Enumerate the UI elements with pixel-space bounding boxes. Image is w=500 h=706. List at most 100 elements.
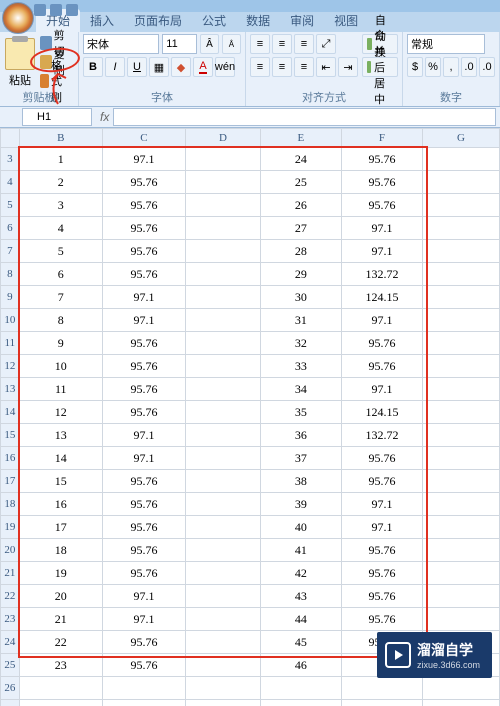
cell[interactable]: 97.1 — [102, 608, 185, 631]
cell[interactable] — [186, 401, 261, 424]
cell[interactable]: 124.15 — [341, 286, 422, 309]
cell[interactable]: 95.76 — [341, 608, 422, 631]
row-header[interactable]: 18 — [1, 493, 20, 516]
cell[interactable] — [186, 562, 261, 585]
cell[interactable]: 15 — [19, 470, 102, 493]
cell[interactable] — [423, 171, 500, 194]
cell[interactable] — [186, 677, 261, 700]
col-header-G[interactable]: G — [423, 129, 500, 148]
cell[interactable] — [423, 470, 500, 493]
merge-center-button[interactable]: 合并后居中 — [362, 57, 398, 77]
currency-button[interactable]: $ — [407, 57, 423, 77]
table-row[interactable]: 151397.136132.72 — [1, 424, 500, 447]
table-row[interactable]: 191795.764097.1 — [1, 516, 500, 539]
tab-数据[interactable]: 数据 — [236, 9, 280, 32]
cell[interactable]: 24 — [260, 148, 341, 171]
cell[interactable]: 95.76 — [341, 470, 422, 493]
cell[interactable] — [186, 309, 261, 332]
qat-redo-icon[interactable] — [66, 4, 78, 16]
table-row[interactable]: 5395.762695.76 — [1, 194, 500, 217]
table-row[interactable]: 11995.763295.76 — [1, 332, 500, 355]
cell[interactable]: 5 — [19, 240, 102, 263]
cell[interactable]: 132.72 — [341, 424, 422, 447]
cell[interactable]: 95.76 — [341, 148, 422, 171]
cell[interactable] — [341, 700, 422, 706]
table-row[interactable]: 10897.13197.1 — [1, 309, 500, 332]
font-color-button[interactable]: A — [193, 57, 213, 77]
cell[interactable] — [423, 217, 500, 240]
align-middle-button[interactable]: ≡ — [272, 34, 292, 54]
row-header[interactable]: 11 — [1, 332, 20, 355]
cell[interactable] — [186, 263, 261, 286]
cell[interactable]: 97.1 — [341, 378, 422, 401]
name-box[interactable]: H1 — [22, 108, 92, 126]
table-row[interactable]: 131195.763497.1 — [1, 378, 500, 401]
table-row[interactable]: 8695.7629132.72 — [1, 263, 500, 286]
cell[interactable]: 35 — [260, 401, 341, 424]
cell[interactable] — [186, 447, 261, 470]
fill-color-button[interactable]: ◆ — [171, 57, 191, 77]
indent-dec-button[interactable]: ⇤ — [316, 57, 336, 77]
align-right-button[interactable]: ≡ — [294, 57, 314, 77]
cell[interactable]: 97.1 — [102, 447, 185, 470]
table-row[interactable]: 181695.763997.1 — [1, 493, 500, 516]
cell[interactable] — [423, 240, 500, 263]
row-header[interactable]: 19 — [1, 516, 20, 539]
table-row[interactable]: 211995.764295.76 — [1, 562, 500, 585]
table-row[interactable]: 26 — [1, 677, 500, 700]
cell[interactable] — [186, 217, 261, 240]
cell[interactable]: 97.1 — [341, 217, 422, 240]
row-header[interactable]: 12 — [1, 355, 20, 378]
cell[interactable] — [423, 378, 500, 401]
cell[interactable]: 97.1 — [102, 309, 185, 332]
cell[interactable]: 39 — [260, 493, 341, 516]
cell[interactable] — [423, 585, 500, 608]
cell[interactable]: 95.76 — [102, 631, 185, 654]
cell[interactable] — [423, 493, 500, 516]
table-row[interactable]: 141295.7635124.15 — [1, 401, 500, 424]
cell[interactable]: 97.1 — [341, 240, 422, 263]
col-header-D[interactable]: D — [186, 129, 261, 148]
cell[interactable]: 23 — [19, 654, 102, 677]
cell[interactable]: 97.1 — [102, 424, 185, 447]
grow-font-button[interactable]: Â — [200, 34, 219, 54]
cell[interactable]: 97.1 — [341, 516, 422, 539]
row-header[interactable]: 21 — [1, 562, 20, 585]
cell[interactable]: 95.76 — [341, 562, 422, 585]
cell[interactable]: 4 — [19, 217, 102, 240]
cell[interactable] — [423, 700, 500, 706]
align-top-button[interactable]: ≡ — [250, 34, 270, 54]
cell[interactable]: 97.1 — [102, 585, 185, 608]
cell[interactable] — [19, 677, 102, 700]
row-header[interactable]: 24 — [1, 631, 20, 654]
cell[interactable]: 19 — [19, 562, 102, 585]
dec-decimal-button[interactable]: .0 — [479, 57, 495, 77]
cell[interactable] — [186, 171, 261, 194]
formula-input[interactable] — [113, 108, 496, 126]
cell[interactable] — [423, 263, 500, 286]
qat-undo-icon[interactable] — [50, 4, 62, 16]
row-header[interactable]: 15 — [1, 424, 20, 447]
cell[interactable] — [102, 700, 185, 706]
row-header[interactable]: 27 — [1, 700, 20, 706]
cell[interactable] — [423, 608, 500, 631]
cell[interactable]: 95.76 — [341, 332, 422, 355]
cell[interactable]: 95.76 — [102, 470, 185, 493]
cell[interactable]: 27 — [260, 217, 341, 240]
cell[interactable] — [186, 493, 261, 516]
cell[interactable] — [186, 240, 261, 263]
shrink-font-button[interactable]: Â — [222, 34, 241, 54]
cell[interactable] — [423, 516, 500, 539]
inc-decimal-button[interactable]: .0 — [461, 57, 477, 77]
cell[interactable]: 36 — [260, 424, 341, 447]
underline-button[interactable]: U — [127, 57, 147, 77]
italic-button[interactable]: I — [105, 57, 125, 77]
comma-button[interactable]: , — [443, 57, 459, 77]
cell[interactable] — [260, 677, 341, 700]
cell[interactable] — [186, 424, 261, 447]
tab-公式[interactable]: 公式 — [192, 9, 236, 32]
percent-button[interactable]: % — [425, 57, 441, 77]
cell[interactable]: 95.76 — [102, 654, 185, 677]
row-header[interactable]: 3 — [1, 148, 20, 171]
cell[interactable]: 29 — [260, 263, 341, 286]
